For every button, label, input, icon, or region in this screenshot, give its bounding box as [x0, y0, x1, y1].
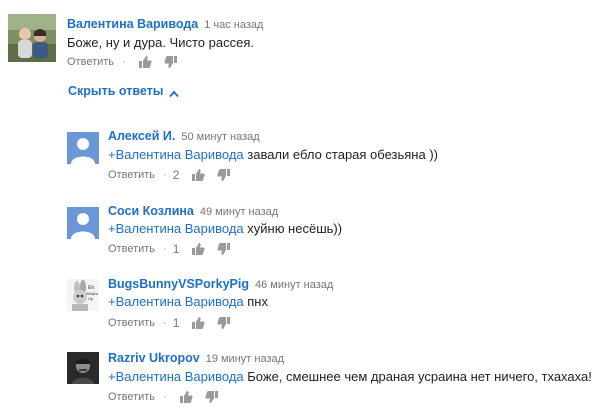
- comment-header: Валентина Варивода 1 час назад: [67, 17, 263, 33]
- avatar[interactable]: [67, 352, 99, 384]
- timestamp[interactable]: 19 минут назад: [206, 353, 284, 365]
- hide-replies-label: Скрыть ответы: [68, 84, 164, 98]
- comment-body: завали ебло старая обезьяна )): [243, 147, 438, 162]
- comment-actions: Ответить ·: [67, 54, 178, 70]
- timestamp[interactable]: 46 минут назад: [255, 279, 333, 291]
- comment-header: BugsBunnyVSPorkyPig 46 минут назад: [108, 277, 333, 293]
- like-count: 2: [172, 168, 180, 182]
- separator-dot: ·: [163, 169, 167, 181]
- comment-body: пнх: [243, 294, 268, 309]
- thumbs-down-icon[interactable]: [217, 168, 231, 182]
- author-name[interactable]: BugsBunnyVSPorkyPig: [108, 277, 249, 291]
- author-name[interactable]: Соси Козлина: [108, 204, 194, 218]
- separator-dot: ·: [163, 317, 167, 329]
- timestamp[interactable]: 50 минут назад: [181, 131, 259, 143]
- separator-dot: ·: [163, 243, 167, 255]
- thumbs-down-icon[interactable]: [205, 390, 219, 404]
- hide-replies-toggle[interactable]: Скрыть ответы: [68, 84, 180, 98]
- reply-comment: Алексей И. 50 минут назад +Валентина Вари…: [0, 124, 602, 188]
- timestamp[interactable]: 1 час назад: [204, 19, 263, 31]
- comment-header: Соси Козлина 49 минут назад: [108, 204, 278, 220]
- reply-comment: Eh What's Up BugsBunnyVSPorkyPig 46 минут…: [0, 272, 602, 336]
- comment-text: +Валентина Варивода пнх: [108, 294, 268, 310]
- thumbs-up-icon[interactable]: [179, 390, 193, 404]
- mention-link[interactable]: +Валентина Варивода: [108, 294, 244, 309]
- author-name[interactable]: Алексей И.: [108, 129, 175, 143]
- reply-button[interactable]: Ответить: [108, 241, 155, 257]
- author-name[interactable]: Razriv Ukropov: [108, 351, 200, 365]
- reply-comment: Razriv Ukropov 19 минут назад +Валентина …: [0, 346, 602, 414]
- author-name[interactable]: Валентина Варивода: [67, 17, 198, 31]
- comment-actions: Ответить · 1: [108, 315, 231, 331]
- comment-body: хуйню несёшь)): [243, 221, 343, 236]
- avatar[interactable]: [67, 132, 99, 164]
- comment-text: Боже, ну и дура. Чисто рассея.: [67, 35, 254, 50]
- comment-header: Алексей И. 50 минут назад: [108, 129, 260, 145]
- separator-dot: ·: [163, 391, 167, 403]
- comment-actions: Ответить ·: [108, 389, 219, 405]
- comment-text: +Валентина Варивода завали ебло старая о…: [108, 147, 438, 163]
- comment-header: Razriv Ukropov 19 минут назад: [108, 351, 284, 367]
- mention-link[interactable]: +Валентина Варивода: [108, 369, 244, 384]
- thumbs-up-icon[interactable]: [191, 168, 205, 182]
- avatar[interactable]: [8, 14, 56, 62]
- thumbs-down-icon[interactable]: [217, 242, 231, 256]
- reply-button[interactable]: Ответить: [108, 389, 155, 405]
- thumbs-down-icon[interactable]: [164, 55, 178, 69]
- reply-comment: Соси Козлина 49 минут назад +Валентина Ва…: [0, 199, 602, 263]
- avatar[interactable]: [67, 207, 99, 239]
- reply-button[interactable]: Ответить: [108, 167, 155, 183]
- thumbs-down-icon[interactable]: [217, 316, 231, 330]
- thumbs-up-icon[interactable]: [191, 316, 205, 330]
- reply-button[interactable]: Ответить: [108, 315, 155, 331]
- thumbs-up-icon[interactable]: [138, 55, 152, 69]
- comment-text: +Валентина Варивода Боже, смешнее чем др…: [108, 369, 592, 385]
- svg-text:Up: Up: [88, 296, 94, 301]
- like-count: 1: [172, 316, 180, 330]
- avatar[interactable]: Eh What's Up: [67, 279, 99, 311]
- like-count: 1: [172, 242, 180, 256]
- mention-link[interactable]: +Валентина Варивода: [108, 147, 244, 162]
- comment-text: +Валентина Варивода хуйню несёшь)): [108, 221, 342, 237]
- comment-actions: Ответить · 1: [108, 241, 231, 257]
- chevron-up-icon: [169, 87, 180, 98]
- separator-dot: ·: [122, 56, 126, 68]
- reply-button[interactable]: Ответить: [67, 54, 114, 70]
- thumbs-up-icon[interactable]: [191, 242, 205, 256]
- mention-link[interactable]: +Валентина Варивода: [108, 221, 244, 236]
- comment-top-level: Валентина Варивода 1 час назад Боже, ну и…: [0, 0, 602, 80]
- comment-actions: Ответить · 2: [108, 167, 231, 183]
- comment-body: Боже, смешнее чем драная усраина нет нич…: [243, 369, 592, 384]
- timestamp[interactable]: 49 минут назад: [200, 206, 278, 218]
